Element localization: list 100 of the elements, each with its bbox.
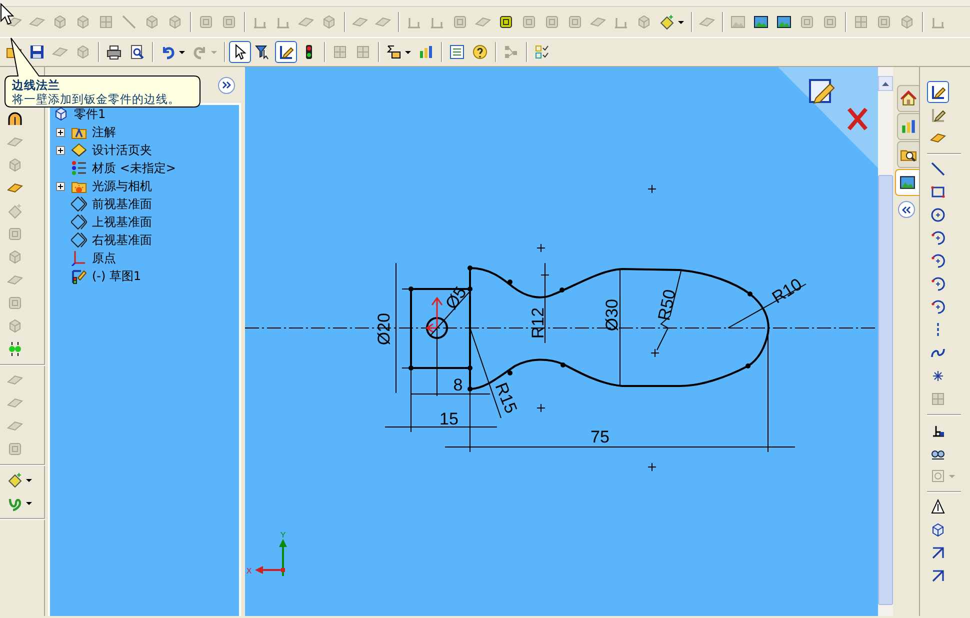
corner-arrow-icon bbox=[930, 545, 946, 561]
caret-icon bbox=[26, 502, 32, 504]
sketch-point bbox=[508, 370, 512, 376]
sketch-circle bbox=[426, 317, 448, 339]
toolbar-button[interactable] bbox=[927, 81, 949, 103]
funnel-icon bbox=[255, 44, 271, 60]
tree-item[interactable]: (-) 草图1 bbox=[92, 268, 142, 284]
rounded-box-icon bbox=[498, 14, 514, 30]
diamond-icon bbox=[659, 14, 675, 30]
sketch-point bbox=[468, 366, 472, 370]
rounded-box-icon bbox=[567, 14, 583, 30]
striped-list-icon bbox=[71, 160, 87, 176]
tree-item[interactable]: 注解 bbox=[92, 124, 116, 140]
rounded-box-icon bbox=[221, 14, 237, 30]
cube-icon bbox=[75, 14, 91, 30]
chart-icon bbox=[900, 118, 917, 135]
close-icon[interactable] bbox=[847, 107, 868, 131]
sketch-pencil-icon bbox=[71, 268, 87, 284]
tree-item[interactable]: 右视基准面 bbox=[92, 232, 152, 248]
caret-icon bbox=[882, 82, 889, 86]
plus-marker bbox=[648, 184, 656, 194]
diamond-icon bbox=[71, 142, 87, 158]
cube-icon bbox=[7, 157, 23, 173]
toolbar-button[interactable] bbox=[229, 41, 251, 63]
cube-icon bbox=[930, 522, 946, 538]
circle-icon bbox=[930, 207, 946, 223]
scroll-up-button[interactable] bbox=[878, 76, 893, 91]
plus-marker bbox=[536, 244, 546, 252]
arc-icon bbox=[930, 299, 946, 315]
origin-axes-icon bbox=[71, 250, 87, 266]
sketch-point bbox=[468, 286, 472, 292]
dimension-text[interactable]: R12 bbox=[528, 307, 548, 339]
plus-marker bbox=[648, 462, 656, 472]
dimension-text[interactable]: 15 bbox=[440, 410, 458, 428]
printer-icon bbox=[106, 44, 122, 60]
mouse-pointer-icon bbox=[0, 3, 14, 25]
cube-icon bbox=[899, 14, 915, 30]
tree-item[interactable]: 设计活页夹 bbox=[92, 142, 152, 158]
cube-icon bbox=[144, 14, 160, 30]
offset-icon bbox=[930, 468, 946, 484]
dimension-text[interactable]: R15 bbox=[491, 380, 521, 416]
expand-button[interactable] bbox=[56, 146, 65, 154]
caret-icon bbox=[26, 478, 32, 482]
expand-button[interactable] bbox=[56, 128, 65, 136]
dimension-text[interactable]: 8 bbox=[453, 376, 463, 394]
origin-axes-drawing bbox=[255, 539, 287, 576]
chevron-icon bbox=[902, 206, 911, 214]
caret-icon bbox=[179, 50, 185, 54]
arch-icon bbox=[7, 111, 23, 127]
cube-icon bbox=[321, 14, 337, 30]
cube-icon bbox=[52, 14, 68, 30]
pane-tab[interactable] bbox=[897, 141, 919, 168]
rounded-box-icon bbox=[521, 14, 537, 30]
pencil-icon bbox=[278, 44, 294, 60]
dimension-text[interactable]: Ø20 bbox=[374, 312, 394, 346]
sketch-point bbox=[408, 286, 414, 292]
pane-tab[interactable] bbox=[895, 169, 919, 196]
picture-icon bbox=[730, 14, 746, 30]
magnifier-icon bbox=[129, 44, 145, 60]
rounded-box-icon bbox=[799, 14, 815, 30]
tree-item[interactable]: 材质 <未指定> bbox=[92, 160, 176, 176]
rectangle-icon bbox=[930, 184, 946, 200]
line-icon bbox=[121, 14, 137, 30]
tree-item[interactable]: 零件1 bbox=[74, 106, 106, 122]
sketch-origin-icon bbox=[426, 296, 443, 333]
tree-item[interactable]: 原点 bbox=[92, 250, 116, 266]
sketch-point bbox=[468, 266, 472, 270]
dashed-line-icon bbox=[937, 322, 939, 338]
plus-marker bbox=[650, 348, 660, 358]
toolbar-button[interactable] bbox=[275, 41, 297, 63]
grid-icon bbox=[98, 14, 114, 30]
list-icon bbox=[449, 44, 465, 60]
dimension-text[interactable]: R10 bbox=[768, 274, 806, 308]
scroll-thumb[interactable] bbox=[878, 175, 893, 605]
diamond-icon bbox=[7, 203, 23, 219]
expand-button[interactable] bbox=[56, 182, 65, 190]
cube-icon bbox=[75, 44, 91, 60]
dimension-text[interactable]: 75 bbox=[590, 428, 610, 446]
exit-sketch-icon[interactable] bbox=[809, 79, 835, 104]
axis-label: Y bbox=[280, 530, 286, 540]
rounded-box-icon bbox=[544, 14, 560, 30]
tree-item[interactable]: 前视基准面 bbox=[92, 196, 152, 212]
tooltip-text: 将一壁添加到钣金零件的边线。 bbox=[12, 92, 180, 106]
dimension-text[interactable]: R50 bbox=[654, 288, 680, 322]
vertical-scrollbar[interactable] bbox=[878, 67, 893, 616]
pencil-icon bbox=[930, 84, 946, 100]
sketch-point bbox=[746, 364, 750, 368]
expand-panel-button[interactable] bbox=[218, 76, 235, 94]
arc-icon bbox=[930, 276, 946, 292]
tree-item[interactable]: 光源与相机 bbox=[92, 178, 152, 194]
chevron-icon bbox=[222, 81, 231, 89]
grid-icon bbox=[332, 44, 348, 60]
cube-icon bbox=[167, 14, 183, 30]
help-icon bbox=[472, 44, 488, 60]
plane-icon bbox=[71, 232, 87, 248]
sketch-point bbox=[748, 292, 752, 296]
tree-item[interactable]: 上视基准面 bbox=[92, 214, 152, 230]
dimension-text[interactable]: Ø30 bbox=[602, 298, 622, 332]
rounded-box-icon bbox=[7, 441, 23, 457]
collapse-button[interactable] bbox=[898, 201, 915, 218]
